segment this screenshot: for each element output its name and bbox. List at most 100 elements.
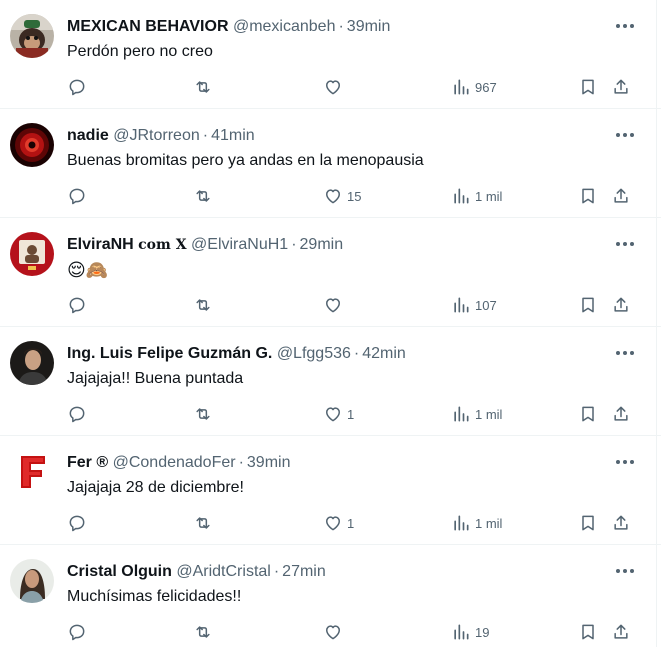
- share-icon: [614, 515, 628, 530]
- share-button[interactable]: [611, 184, 631, 208]
- separator-dot: ·: [291, 236, 297, 253]
- analytics-icon: [454, 515, 469, 531]
- heart-icon: [326, 625, 340, 640]
- like-button[interactable]: [323, 75, 347, 99]
- author-name[interactable]: Fer ®: [67, 454, 108, 471]
- like-count: 1: [347, 515, 355, 531]
- more-options-icon[interactable]: [613, 343, 637, 363]
- more-options-icon[interactable]: [613, 125, 637, 145]
- share-icon: [614, 297, 628, 312]
- man-portrait-avatar-icon[interactable]: [10, 341, 54, 385]
- more-options-icon[interactable]: [613, 234, 637, 254]
- retweet-button[interactable]: [193, 184, 213, 208]
- timestamp[interactable]: 29min: [300, 236, 344, 253]
- tweet-item[interactable]: Fer ® @CondenadoFer · 39min Jajajaja 28 de…: [0, 436, 661, 545]
- like-button[interactable]: 1: [323, 402, 354, 426]
- reply-button[interactable]: [67, 511, 87, 535]
- tweet-header: MEXICAN BEHAVIOR @mexicanbeh · 39min: [67, 17, 601, 37]
- tweet-header: ElviraNH com X @ElviraNuH1 · 29min: [67, 235, 601, 255]
- views-button[interactable]: 19: [451, 620, 489, 644]
- framed-photo-avatar-icon[interactable]: [10, 232, 54, 276]
- share-button[interactable]: [611, 511, 631, 535]
- reply-button[interactable]: [67, 620, 87, 644]
- views-button[interactable]: 107: [451, 293, 497, 317]
- timestamp[interactable]: 41min: [211, 127, 255, 144]
- author-handle[interactable]: @ElviraNuH1: [191, 236, 288, 253]
- reply-icon: [69, 624, 85, 641]
- share-button[interactable]: [611, 620, 631, 644]
- views-button[interactable]: 1 mil: [451, 184, 502, 208]
- tweet-item[interactable]: MEXICAN BEHAVIOR @mexicanbeh · 39min Perdó…: [0, 0, 661, 109]
- tweet-item[interactable]: Ing. Luis Felipe Guzmán G. @Lfgg536 · 42mi…: [0, 327, 661, 436]
- bookmark-button[interactable]: [578, 75, 598, 99]
- share-button[interactable]: [611, 402, 631, 426]
- author-handle[interactable]: @mexicanbeh: [233, 18, 336, 35]
- tweet-header: Fer ® @CondenadoFer · 39min: [67, 453, 601, 473]
- retweet-icon: [196, 517, 210, 529]
- reply-icon: [69, 406, 85, 423]
- retweet-button[interactable]: [193, 620, 213, 644]
- author-name[interactable]: nadie: [67, 127, 109, 144]
- views-button[interactable]: 1 mil: [451, 402, 502, 426]
- bookmark-icon: [582, 624, 594, 640]
- heart-icon: [326, 298, 340, 313]
- retweet-button[interactable]: [193, 75, 213, 99]
- retweet-icon: [196, 299, 210, 311]
- bookmark-icon: [582, 297, 594, 313]
- author-handle[interactable]: @AridtCristal: [176, 563, 270, 580]
- reply-button[interactable]: [67, 402, 87, 426]
- red-eye-avatar-icon[interactable]: [10, 123, 54, 167]
- timestamp[interactable]: 39min: [247, 454, 291, 471]
- share-icon: [614, 188, 628, 203]
- heart-icon: [326, 80, 340, 95]
- views-button[interactable]: 1 mil: [451, 511, 502, 535]
- like-button[interactable]: 15: [323, 184, 361, 208]
- separator-dot: ·: [273, 563, 280, 580]
- retweet-button[interactable]: [193, 402, 213, 426]
- bookmark-button[interactable]: [578, 293, 598, 317]
- timestamp[interactable]: 39min: [347, 18, 391, 35]
- author-handle[interactable]: @CondenadoFer: [113, 454, 236, 471]
- tweet-text: Perdón pero no creo: [67, 43, 213, 60]
- tweet-text: 😌🙈: [67, 260, 109, 280]
- reply-button[interactable]: [67, 293, 87, 317]
- reply-button[interactable]: [67, 75, 87, 99]
- like-button[interactable]: 1: [323, 511, 354, 535]
- reply-button[interactable]: [67, 184, 87, 208]
- analytics-icon: [454, 297, 469, 313]
- author-name[interactable]: MEXICAN BEHAVIOR: [67, 18, 229, 35]
- tweet-item[interactable]: ElviraNH com X @ElviraNuH1 · 29min 😌🙈 107: [0, 218, 661, 327]
- timestamp[interactable]: 27min: [282, 563, 326, 580]
- reply-feed: MEXICAN BEHAVIOR @mexicanbeh · 39min Perdó…: [0, 0, 661, 647]
- author-name[interactable]: Ing. Luis Felipe Guzmán G.: [67, 345, 272, 362]
- share-button[interactable]: [611, 293, 631, 317]
- view-count: 1 mil: [475, 515, 503, 531]
- retweet-button[interactable]: [193, 293, 213, 317]
- bookmark-button[interactable]: [578, 620, 598, 644]
- author-name[interactable]: ElviraNH: [67, 236, 134, 253]
- tweet-item[interactable]: nadie @JRtorreon · 41min Buenas bromitas p…: [0, 109, 661, 218]
- reply-icon: [69, 79, 85, 96]
- like-button[interactable]: [323, 620, 347, 644]
- more-options-icon[interactable]: [613, 561, 637, 581]
- author-handle[interactable]: @JRtorreon: [113, 127, 200, 144]
- share-button[interactable]: [611, 75, 631, 99]
- woman-portrait-avatar-icon[interactable]: [10, 559, 54, 603]
- retweet-button[interactable]: [193, 511, 213, 535]
- author-name[interactable]: Cristal Olguin: [67, 563, 172, 580]
- bookmark-button[interactable]: [578, 402, 598, 426]
- more-options-icon[interactable]: [613, 452, 637, 472]
- views-button[interactable]: 967: [451, 75, 497, 99]
- red-f-logo-avatar-icon[interactable]: [10, 450, 54, 494]
- share-icon: [614, 624, 628, 639]
- like-button[interactable]: [323, 293, 347, 317]
- more-options-icon[interactable]: [613, 16, 637, 36]
- tweet-item[interactable]: Cristal Olguin @AridtCristal · 27min Muchí…: [0, 545, 661, 647]
- timestamp[interactable]: 42min: [362, 345, 406, 362]
- bookmark-button[interactable]: [578, 511, 598, 535]
- monkey-avatar-icon[interactable]: [10, 14, 54, 58]
- heart-icon: [326, 407, 340, 422]
- action-bar: 967: [67, 75, 641, 99]
- bookmark-button[interactable]: [578, 184, 598, 208]
- author-handle[interactable]: @Lfgg536: [277, 345, 351, 362]
